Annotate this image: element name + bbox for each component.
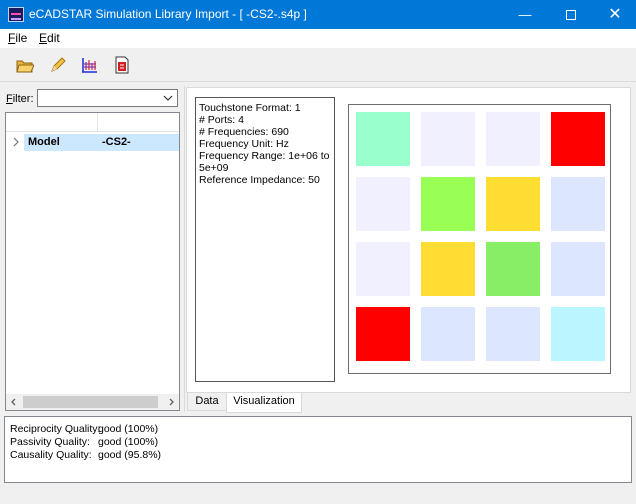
- menu-file-rest: ile: [15, 31, 28, 45]
- s-param-cell-1-2[interactable]: [421, 112, 475, 166]
- pencil-icon[interactable]: [49, 56, 67, 74]
- s-param-cell-2-4[interactable]: [551, 177, 605, 231]
- s-param-cell-1-1[interactable]: [356, 112, 410, 166]
- filter-combobox[interactable]: [37, 89, 178, 107]
- tree-row-value: -CS2-: [102, 136, 131, 148]
- quality-row-reciprocity: Reciprocity Quality:good (100%): [10, 423, 158, 435]
- s-param-cell-4-3[interactable]: [486, 307, 540, 361]
- status-bar: [0, 486, 636, 504]
- open-folder-icon[interactable]: [16, 56, 34, 74]
- menu-edit[interactable]: Edit: [39, 31, 60, 45]
- menu-edit-mnemonic: E: [39, 31, 48, 45]
- maximize-button[interactable]: [548, 0, 594, 29]
- s-param-cell-2-3[interactable]: [486, 177, 540, 231]
- tree-header-divider: [6, 131, 179, 132]
- s-param-cell-2-2[interactable]: [421, 177, 475, 231]
- quality-row-passivity: Passivity Quality: good (100%): [10, 436, 158, 448]
- tab-data[interactable]: Data: [187, 393, 227, 411]
- quality-value: good (100%): [98, 423, 159, 435]
- touchstone-info-box: Touchstone Format: 1 # Ports: 4 # Freque…: [195, 97, 335, 382]
- minimize-button[interactable]: —: [502, 0, 548, 29]
- app-icon: [8, 7, 24, 22]
- info-frequency-range-end: 5e+09: [199, 162, 229, 174]
- title-bar: eCADSTAR Simulation Library Import - [ -…: [0, 0, 636, 29]
- scroll-left-icon[interactable]: [9, 397, 19, 407]
- toolbar: [0, 48, 636, 82]
- tree-row-model[interactable]: Model -CS2-: [24, 134, 179, 151]
- tree-column-separator[interactable]: [97, 113, 98, 132]
- filter-label-rest: ilter:: [12, 93, 34, 105]
- close-button[interactable]: ✕: [594, 0, 636, 29]
- info-frequency-unit: Frequency Unit: Hz: [199, 138, 289, 150]
- info-frequency-range: Frequency Range: 1e+06 to: [199, 150, 330, 162]
- chevron-down-icon[interactable]: [162, 91, 174, 105]
- s-param-cell-3-3[interactable]: [486, 242, 540, 296]
- info-frequencies: # Frequencies: 690: [199, 126, 289, 138]
- s-param-cell-1-4[interactable]: [551, 112, 605, 166]
- quality-label: Causality Quality:: [10, 449, 92, 461]
- quality-value: good (100%): [98, 436, 159, 448]
- tab-visualization[interactable]: Visualization: [226, 393, 302, 413]
- quality-value: good (95.8%): [98, 449, 162, 461]
- s-param-cell-3-1[interactable]: [356, 242, 410, 296]
- filter-label: Filter:: [6, 93, 34, 105]
- horizontal-scrollbar[interactable]: [6, 394, 179, 410]
- s-param-cell-1-3[interactable]: [486, 112, 540, 166]
- chevron-right-icon[interactable]: [12, 137, 20, 147]
- quality-row-causality: Causality Quality: good (95.8%): [10, 449, 161, 461]
- window-title: eCADSTAR Simulation Library Import - [ -…: [29, 7, 307, 21]
- quality-label: Passivity Quality:: [10, 436, 90, 448]
- quality-panel: Reciprocity Quality:good (100%) Passivit…: [4, 416, 632, 483]
- pdf-document-icon[interactable]: [113, 56, 131, 74]
- scroll-right-icon[interactable]: [166, 397, 176, 407]
- menu-file[interactable]: File: [8, 31, 27, 45]
- plot-icon[interactable]: [80, 56, 98, 74]
- menu-bar: File Edit: [0, 29, 636, 48]
- s-param-cell-2-1[interactable]: [356, 177, 410, 231]
- s-param-cell-3-4[interactable]: [551, 242, 605, 296]
- model-tree[interactable]: Model -CS2-: [5, 112, 180, 411]
- s-param-cell-4-4[interactable]: [551, 307, 605, 361]
- s-param-cell-4-1[interactable]: [356, 307, 410, 361]
- maximize-icon: [566, 9, 576, 20]
- quality-label: Reciprocity Quality:: [10, 423, 101, 435]
- scrollbar-thumb[interactable]: [23, 396, 158, 408]
- s-param-cell-3-2[interactable]: [421, 242, 475, 296]
- tree-row-name: Model: [28, 136, 60, 148]
- panel-splitter[interactable]: [184, 86, 185, 412]
- info-format: Touchstone Format: 1: [199, 102, 301, 114]
- s-param-cell-4-2[interactable]: [421, 307, 475, 361]
- s-parameter-matrix-visualization: [348, 104, 611, 374]
- filter-label-mnemonic: F: [6, 93, 13, 105]
- info-ports: # Ports: 4: [199, 114, 244, 126]
- info-reference-impedance: Reference Impedance: 50: [199, 174, 320, 186]
- menu-edit-rest: dit: [47, 31, 60, 45]
